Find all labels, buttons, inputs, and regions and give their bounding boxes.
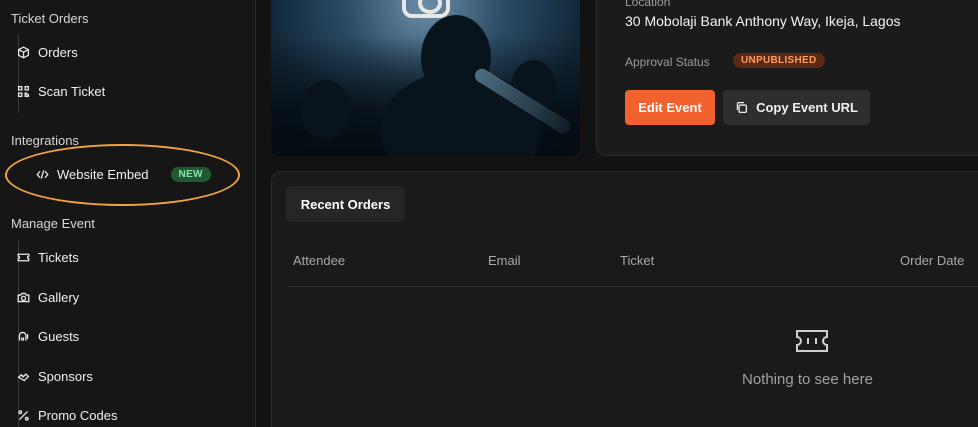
sidebar-item-gallery[interactable]: Gallery xyxy=(16,290,79,305)
camera-icon xyxy=(16,291,30,305)
location-value: 30 Mobolaji Bank Anthony Way, Ikeja, Lag… xyxy=(625,13,901,29)
section-title-integrations: Integrations xyxy=(11,133,79,148)
sidebar-item-promo-codes[interactable]: Promo Codes xyxy=(16,408,117,423)
event-cover-image xyxy=(271,0,580,156)
sidebar-item-tickets[interactable]: Tickets xyxy=(16,250,79,265)
sidebar-item-label: Promo Codes xyxy=(38,408,118,423)
sidebar-item-label: Gallery xyxy=(38,290,80,305)
tab-recent-orders[interactable]: Recent Orders xyxy=(286,186,405,222)
sidebar-item-label: Sponsors xyxy=(38,369,93,384)
ticket-icon xyxy=(16,251,30,265)
edit-event-button[interactable]: Edit Event xyxy=(625,90,715,125)
column-header-order-date: Order Date xyxy=(900,253,965,268)
sidebar-item-label: Tickets xyxy=(38,250,79,265)
empty-ticket-icon xyxy=(795,328,829,354)
section-title-ticket-orders: Ticket Orders xyxy=(11,11,89,26)
qr-code-icon xyxy=(16,85,30,99)
sidebar-item-label: Orders xyxy=(38,45,78,60)
sidebar-item-sponsors[interactable]: Sponsors xyxy=(16,369,93,384)
box-icon xyxy=(16,46,30,60)
table-header-divider xyxy=(287,286,978,287)
percent-icon xyxy=(16,409,30,423)
approval-status-label: Approval Status xyxy=(625,55,710,69)
copy-icon xyxy=(736,101,748,114)
column-header-email: Email xyxy=(488,253,521,268)
location-label: Location xyxy=(625,0,671,9)
sidebar-item-label: Guests xyxy=(38,329,80,344)
camera-upload-icon[interactable] xyxy=(402,0,450,18)
guests-icon xyxy=(16,330,30,344)
status-badge: UNPUBLISHED xyxy=(733,53,825,68)
column-header-attendee: Attendee xyxy=(293,253,346,268)
app-root: Ticket Orders Orders Scan Ticket Integra… xyxy=(0,0,978,427)
sidebar-item-label: Scan Ticket xyxy=(38,84,106,99)
sidebar-item-guests[interactable]: Guests xyxy=(16,329,79,344)
empty-state-text: Nothing to see here xyxy=(742,371,873,388)
sidebar: Ticket Orders Orders Scan Ticket Integra… xyxy=(0,0,256,427)
highlight-ellipse xyxy=(5,144,240,206)
sponsors-icon xyxy=(16,370,30,384)
sidebar-item-orders[interactable]: Orders xyxy=(16,45,78,60)
crowd-head xyxy=(301,80,351,140)
sidebar-item-scan-ticket[interactable]: Scan Ticket xyxy=(16,84,105,99)
column-header-ticket: Ticket xyxy=(620,253,655,268)
section-title-manage-event: Manage Event xyxy=(11,216,95,231)
copy-event-url-label: Copy Event URL xyxy=(756,100,858,115)
copy-event-url-button[interactable]: Copy Event URL xyxy=(723,90,870,125)
